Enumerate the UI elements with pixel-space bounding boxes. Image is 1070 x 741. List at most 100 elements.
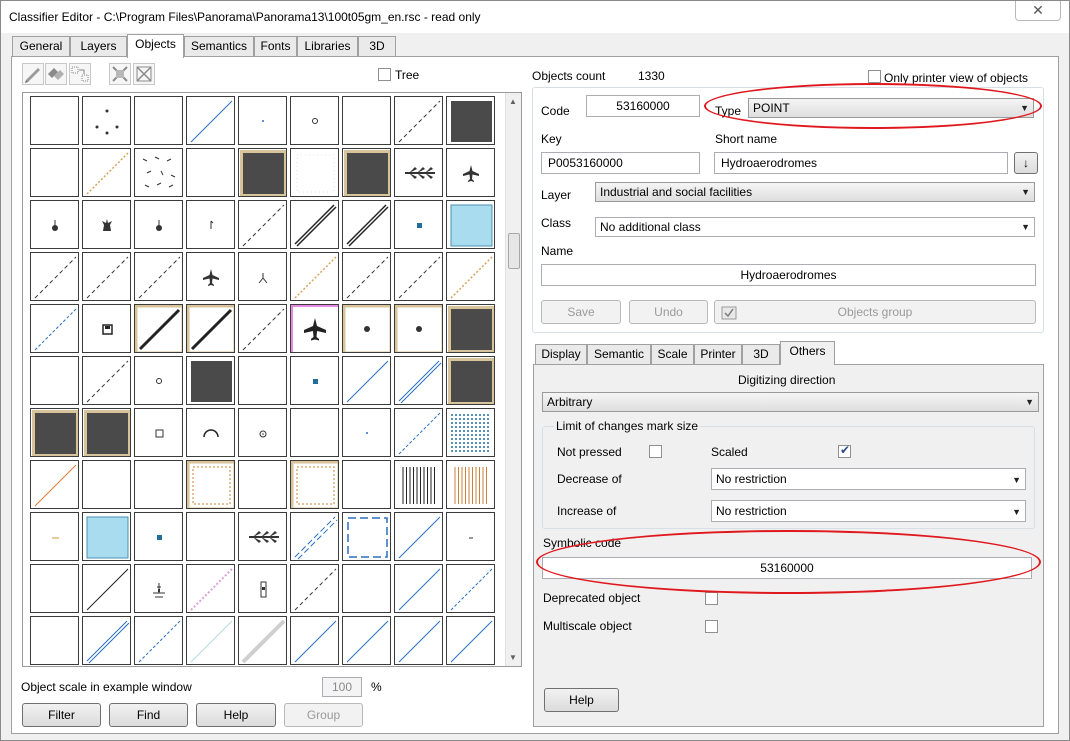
grid-cell-airplane-small[interactable] — [446, 148, 495, 197]
grid-cell-tower-symbol[interactable] — [82, 200, 131, 249]
grid-cell-diag-double-tan[interactable] — [134, 304, 183, 353]
grid-scrollbar[interactable]: ▲ ▼ — [505, 93, 521, 666]
grid-cell-dark-square-tan[interactable] — [30, 408, 79, 457]
save-button[interactable]: Save — [541, 300, 621, 324]
cut-object-button[interactable] — [109, 63, 131, 85]
tab-libraries[interactable]: Libraries — [297, 36, 358, 56]
object-scale-input[interactable]: 100 — [322, 677, 362, 697]
grid-cell-lamp-symbol[interactable] — [134, 200, 183, 249]
tab-fonts[interactable]: Fonts — [254, 36, 297, 56]
duplicate-object-button[interactable] — [45, 63, 67, 85]
grid-cell-empty[interactable] — [238, 356, 287, 405]
grid-cell-tan-dotted-square[interactable] — [186, 460, 235, 509]
grid-cell-diag-gray-thick[interactable] — [238, 616, 287, 665]
grid-cell-airplane-black-pink[interactable] — [290, 304, 339, 353]
grid-cell-square-blue-small[interactable] — [290, 356, 339, 405]
grid-cell-empty[interactable] — [30, 148, 79, 197]
grid-cell-empty[interactable] — [30, 96, 79, 145]
grid-cell-circle-small[interactable] — [290, 96, 339, 145]
subtab-scale[interactable]: Scale — [651, 344, 694, 364]
grid-cell-disk-symbol[interactable] — [82, 304, 131, 353]
grid-cell-diag-light[interactable] — [186, 616, 235, 665]
grid-cell-diag-blue[interactable] — [394, 512, 443, 561]
grid-cell-diag-dash-dark[interactable] — [394, 252, 443, 301]
grid-cell-dark-square-tan[interactable] — [446, 304, 495, 353]
filter-button[interactable]: Filter — [22, 703, 101, 727]
subtab-semantic[interactable]: Semantic — [587, 344, 651, 364]
decrease-select[interactable]: No restriction ▼ — [711, 468, 1026, 490]
grid-cell-diag-blue[interactable] — [342, 616, 391, 665]
grid-cell-diag-dark[interactable] — [82, 564, 131, 613]
grid-cell-diag-dash-dark[interactable] — [394, 96, 443, 145]
layer-select[interactable]: Industrial and social facilities ▼ — [595, 182, 1035, 202]
grid-cell-empty[interactable] — [290, 408, 339, 457]
grid-cell-diag-dash-dark[interactable] — [134, 252, 183, 301]
grid-cell-empty[interactable] — [186, 148, 235, 197]
grid-cell-dot-tiny[interactable] — [238, 96, 287, 145]
grid-cell-diag-dash-blue[interactable] — [394, 408, 443, 457]
grid-cell-dot-tan[interactable] — [394, 304, 443, 353]
grid-cell-fork-symbol[interactable] — [238, 252, 287, 301]
grid-cell-diag-dash-dark[interactable] — [290, 564, 339, 613]
grid-cell-dark-square-tan[interactable] — [446, 356, 495, 405]
grid-cell-square-outline-small[interactable] — [134, 408, 183, 457]
name-input[interactable]: Hydroaerodromes — [541, 264, 1036, 286]
grid-cell-dark-square-tan[interactable] — [342, 148, 391, 197]
grid-cell-airplane-small[interactable] — [186, 252, 235, 301]
grid-cell-circle-small[interactable] — [134, 356, 183, 405]
grid-cell-dash-tan-short[interactable] — [30, 512, 79, 561]
grid-cell-diag-orange[interactable] — [30, 460, 79, 509]
only-printer-checkbox[interactable] — [868, 70, 881, 83]
scroll-down-icon[interactable]: ▼ — [509, 653, 517, 662]
code-input[interactable]: 53160000 — [586, 95, 700, 117]
grid-cell-diag-tan-dots[interactable] — [446, 252, 495, 301]
grid-cell-lamp-symbol[interactable] — [30, 200, 79, 249]
tab-3d[interactable]: 3D — [358, 36, 396, 56]
move-objects-button[interactable] — [69, 63, 91, 85]
grid-cell-arc-symbol[interactable] — [186, 408, 235, 457]
grid-cell-diag-blue[interactable] — [394, 564, 443, 613]
grid-cell-scatter-dashes[interactable] — [134, 148, 183, 197]
grid-cell-dark-square-tan[interactable] — [238, 148, 287, 197]
grid-cell-wheat-symbol[interactable] — [394, 148, 443, 197]
grid-cell-signal-symbol[interactable] — [238, 564, 287, 613]
grid-cell-dark-square[interactable] — [446, 96, 495, 145]
deprecated-checkbox[interactable] — [705, 592, 718, 605]
grid-cell-dark-square[interactable] — [186, 356, 235, 405]
grid-cell-empty[interactable] — [30, 356, 79, 405]
scroll-thumb[interactable] — [508, 233, 520, 269]
class-select[interactable]: No additional class ▼ — [595, 217, 1035, 237]
close-button[interactable]: ✕ — [1015, 1, 1061, 21]
key-input[interactable]: P0053160000 — [541, 152, 700, 174]
grid-cell-diag-double-dash-blue[interactable] — [290, 512, 339, 561]
scroll-up-icon[interactable]: ▲ — [509, 97, 517, 106]
edit-object-button[interactable] — [22, 63, 44, 85]
grid-cell-diag-blue[interactable] — [186, 96, 235, 145]
grid-cell-diag-double-blue[interactable] — [394, 356, 443, 405]
grid-cell-antenna-symbol[interactable] — [134, 564, 183, 613]
not-pressed-checkbox[interactable] — [649, 445, 662, 458]
subtab-printer[interactable]: Printer — [694, 344, 742, 364]
grid-cell-diag-dash-dark[interactable] — [238, 200, 287, 249]
grid-cell-diag-dash-blue[interactable] — [446, 564, 495, 613]
tab-layers[interactable]: Layers — [70, 36, 127, 56]
copy-name-button[interactable]: ↓ — [1014, 152, 1038, 174]
grid-cell-dot-tan[interactable] — [342, 304, 391, 353]
grid-cell-diag-dash-dark[interactable] — [30, 252, 79, 301]
grid-cell-lightblue-square[interactable] — [446, 200, 495, 249]
grid-cell-diag-double-blue[interactable] — [82, 616, 131, 665]
digitizing-select[interactable]: Arbitrary ▼ — [542, 392, 1039, 412]
grid-cell-flag-tiny[interactable] — [186, 200, 235, 249]
grid-cell-dot-tiny[interactable] — [342, 408, 391, 457]
grid-cell-dark-square-tan[interactable] — [82, 408, 131, 457]
grid-cell-diag-dash-blue[interactable] — [30, 304, 79, 353]
tab-semantics[interactable]: Semantics — [184, 36, 254, 56]
grid-cell-vertical-lines-black[interactable] — [394, 460, 443, 509]
tab-general[interactable]: General — [12, 36, 70, 56]
grid-cell-empty[interactable] — [134, 460, 183, 509]
tab-objects[interactable]: Objects — [127, 34, 184, 58]
grid-cell-tan-dotted-square[interactable] — [290, 460, 339, 509]
grid-cell-empty[interactable] — [134, 96, 183, 145]
multiscale-checkbox[interactable] — [705, 620, 718, 633]
grid-cell-dots4[interactable] — [82, 96, 131, 145]
